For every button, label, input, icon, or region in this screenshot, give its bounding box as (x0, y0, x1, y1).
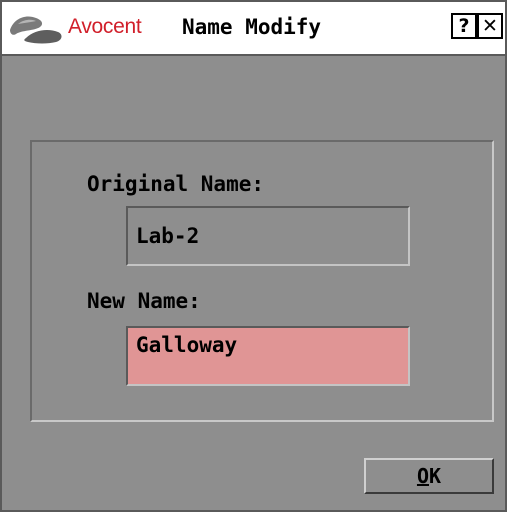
new-name-input[interactable]: Galloway (126, 326, 410, 386)
ok-button[interactable]: OK (364, 458, 494, 494)
name-group-box: Original Name: Lab-2 New Name: Galloway (30, 140, 494, 422)
new-name-label: New Name: (87, 289, 201, 313)
title-bar: Avocent Name Modify ? ✕ (2, 2, 505, 56)
help-icon: ? (458, 15, 470, 37)
close-icon: ✕ (482, 15, 498, 37)
brand-name: Avocent (68, 15, 142, 38)
avocent-logo-icon (10, 16, 62, 44)
ok-label-rest: K (429, 464, 442, 488)
ok-mnemonic: O (416, 464, 429, 488)
original-name-field: Lab-2 (126, 206, 410, 266)
window-title: Name Modify (182, 15, 322, 39)
close-button[interactable]: ✕ (477, 13, 503, 39)
name-modify-dialog: Avocent Name Modify ? ✕ Original Name: L… (0, 0, 507, 512)
original-name-label: Original Name: (87, 172, 265, 196)
help-button[interactable]: ? (451, 13, 477, 39)
